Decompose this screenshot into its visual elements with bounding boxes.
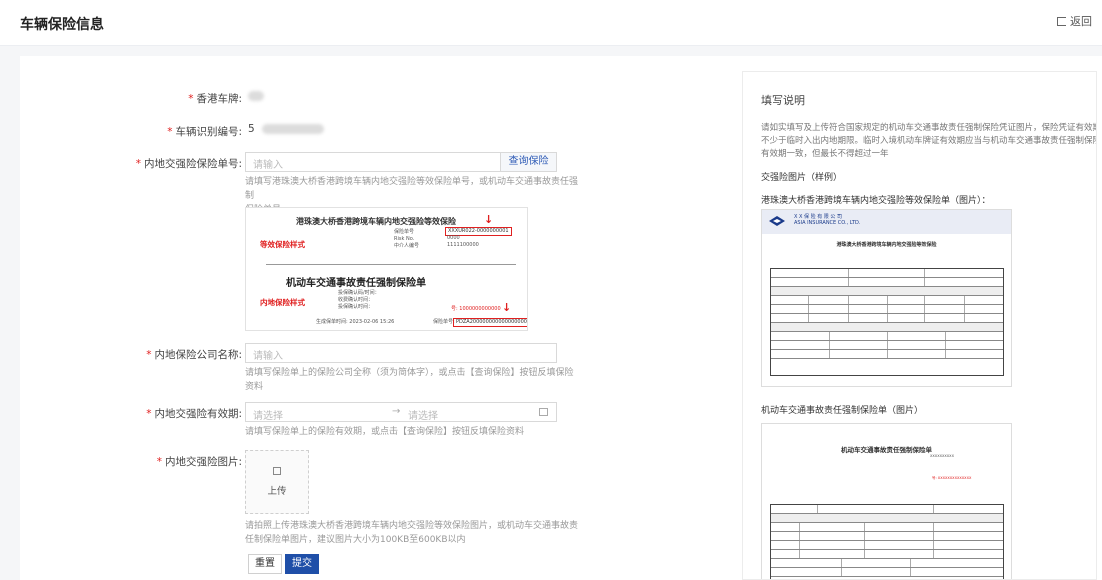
insurer-hint: 请填写保险单上的保险公司全称（须为简体字），或点击【查询保险】按钮反填保险 资料 — [245, 368, 574, 392]
panel-title: 填写说明 — [761, 94, 805, 107]
sample-policy-values: 0000 1111100000 — [447, 235, 479, 248]
sample-mainland-fields: 投保确认码/时间： 收费确认时间： 投保确认时间： — [338, 290, 380, 310]
policy-number-input[interactable]: 请输入 — [245, 152, 501, 172]
panel-sample-label: 交强险图片（样例） — [761, 173, 843, 183]
calendar-icon — [539, 408, 548, 416]
range-arrow: → — [392, 406, 401, 417]
sample-mainland-number: 号: 1000000000000 — [451, 306, 501, 312]
doc2-title: 机动车交通事故责任强制保险单 — [841, 446, 932, 454]
sample-policy-fields: 保险单号 Risk No. 中介人编号 — [394, 229, 420, 249]
page-header: 车辆保险信息 返回 — [0, 0, 1102, 46]
submit-button[interactable]: 提交 — [285, 554, 319, 574]
policy-sample-image: 港珠澳大桥香港跨境车辆内地交强险等效保险 ↓ 等效保险样式 保险单号 Risk … — [245, 207, 528, 331]
sample-title-equiv: 港珠澳大桥香港跨境车辆内地交强险等效保险 — [296, 217, 456, 226]
insurer-label: * 内地保险公司名称: — [146, 349, 242, 361]
validity-start[interactable]: 请选择 — [253, 407, 283, 422]
hk-plate-redacted — [248, 91, 264, 101]
back-icon — [1057, 16, 1066, 26]
doc1-table — [770, 268, 1004, 376]
query-insurance-button[interactable]: 查询保险 — [501, 152, 557, 172]
back-label: 返回 — [1070, 15, 1092, 28]
sample-divider — [266, 264, 516, 265]
sample-mainland-label: 内地保险样式 — [260, 298, 305, 307]
arrow-down-icon: ↓ — [502, 301, 512, 314]
back-button[interactable]: 返回 — [1057, 13, 1092, 29]
doc2-caption: 机动车交通事故责任强制保险单（图片） — [761, 406, 924, 416]
mainland-policy-sample-image: 机动车交通事故责任强制保险单 XXXXXXXXXX 号: XXXXXXXXXXX… — [761, 423, 1012, 579]
doc1-caption: 港珠澳大桥香港跨境车辆内地交强险等效保险单（图片）： — [761, 196, 991, 206]
upload-label: 上传 — [267, 486, 287, 497]
vin-redacted — [262, 124, 325, 134]
main-card: * 香港车牌: * 车辆识别编号: 5 * 内地交强险保险单号: 请输入 查询保险 请… — [20, 56, 1102, 580]
doc2-table — [770, 504, 1004, 579]
arrow-down-icon: ↓ — [484, 213, 494, 226]
validity-label: * 内地交强险有效期: — [146, 408, 242, 420]
image-icon — [273, 467, 281, 475]
image-hint: 请拍照上传港珠澳大桥香港跨境车辆内地交强险等效保险图片，或机动车交通事故责 任制… — [245, 521, 579, 545]
equiv-policy-sample-image: X X 保 险 有 限 公 司 ASIA INSURANCE CO., LTD.… — [761, 209, 1012, 387]
vin-label: * 车辆识别编号: — [167, 126, 242, 138]
image-upload-button[interactable]: 上传 — [245, 450, 309, 514]
doc1-header: X X 保 险 有 限 公 司 ASIA INSURANCE CO., LTD. — [762, 210, 1011, 234]
validity-range-picker[interactable]: 请选择 → 请选择 — [245, 402, 557, 422]
policy-number-label: * 内地交强险保险单号: — [135, 158, 242, 170]
insurance-form: * 香港车牌: * 车辆识别编号: 5 * 内地交强险保险单号: 请输入 查询保险 请… — [20, 56, 580, 580]
panel-description: 请如实填写及上传符合国家规定的机动车交通事故责任强制保险凭证图片，保险凭证有效期… — [761, 123, 1097, 159]
image-label: * 内地交强险图片: — [156, 456, 242, 468]
reset-button[interactable]: 重置 — [248, 554, 282, 574]
sample-footer-policy-box: PDZA200000000000000000 — [453, 318, 527, 327]
doc2-number: XXXXXXXXXX — [930, 454, 954, 458]
hk-plate-value — [248, 90, 264, 102]
sample-equiv-label: 等效保险样式 — [260, 240, 305, 249]
validity-end[interactable]: 请选择 — [408, 407, 438, 422]
sample-footer-time: 生成保单时间: 2023-02-06 15:26 — [316, 319, 395, 325]
hk-plate-label: * 香港车牌: — [188, 93, 242, 105]
sample-footer-policy-label: 保险单号: — [433, 319, 455, 325]
insurer-input[interactable]: 请输入 — [245, 343, 557, 363]
validity-hint: 请填写保险单上的保险有效期，或点击【查询保险】按钮反填保险资料 — [245, 427, 525, 437]
instructions-panel: 填写说明 请如实填写及上传符合国家规定的机动车交通事故责任强制保险凭证图片，保险… — [742, 71, 1097, 580]
sample-title-mainland: 机动车交通事故责任强制保险单 — [286, 278, 426, 289]
vin-value: 5 — [248, 123, 325, 135]
insurer-logo-icon — [769, 216, 785, 226]
doc1-title: 港珠澳大桥香港跨境车辆内地交强险等效保险 — [836, 242, 937, 248]
doc2-policy-number: 号: XXXXXXXXXXXXXX — [932, 476, 972, 480]
doc1-company: X X 保 险 有 限 公 司 ASIA INSURANCE CO., LTD. — [794, 214, 861, 226]
page-title: 车辆保险信息 — [20, 17, 104, 33]
